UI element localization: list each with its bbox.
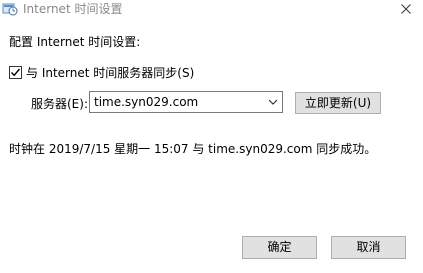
sync-checkbox[interactable]: [9, 65, 22, 79]
server-combobox[interactable]: time.syn029.com: [89, 91, 283, 113]
chevron-down-icon: [268, 99, 278, 105]
update-now-button[interactable]: 立即更新(U): [295, 92, 381, 114]
sync-checkbox-row[interactable]: 与 Internet 时间服务器同步(S): [9, 64, 194, 80]
clock-settings-icon: [2, 1, 18, 17]
internet-time-settings-window: Internet 时间设置 配置 Internet 时间设置: 与 Intern…: [0, 0, 423, 273]
ok-button[interactable]: 确定: [242, 236, 317, 259]
server-label: 服务器(E):: [31, 97, 88, 111]
checkmark-icon: [10, 68, 21, 76]
title-bar[interactable]: Internet 时间设置: [0, 0, 423, 19]
dialog-content: 配置 Internet 时间设置: 与 Internet 时间服务器同步(S) …: [0, 19, 423, 273]
sync-status-message: 时钟在 2019/7/15 星期一 15:07 与 time.syn029.co…: [9, 142, 377, 156]
sync-checkbox-label[interactable]: 与 Internet 时间服务器同步(S): [26, 64, 194, 81]
dialog-heading: 配置 Internet 时间设置:: [9, 35, 141, 49]
close-button[interactable]: [395, 0, 417, 18]
server-value[interactable]: time.syn029.com: [94, 92, 198, 112]
close-icon: [401, 4, 411, 14]
window-title: Internet 时间设置: [23, 2, 123, 16]
cancel-button[interactable]: 取消: [331, 236, 406, 259]
